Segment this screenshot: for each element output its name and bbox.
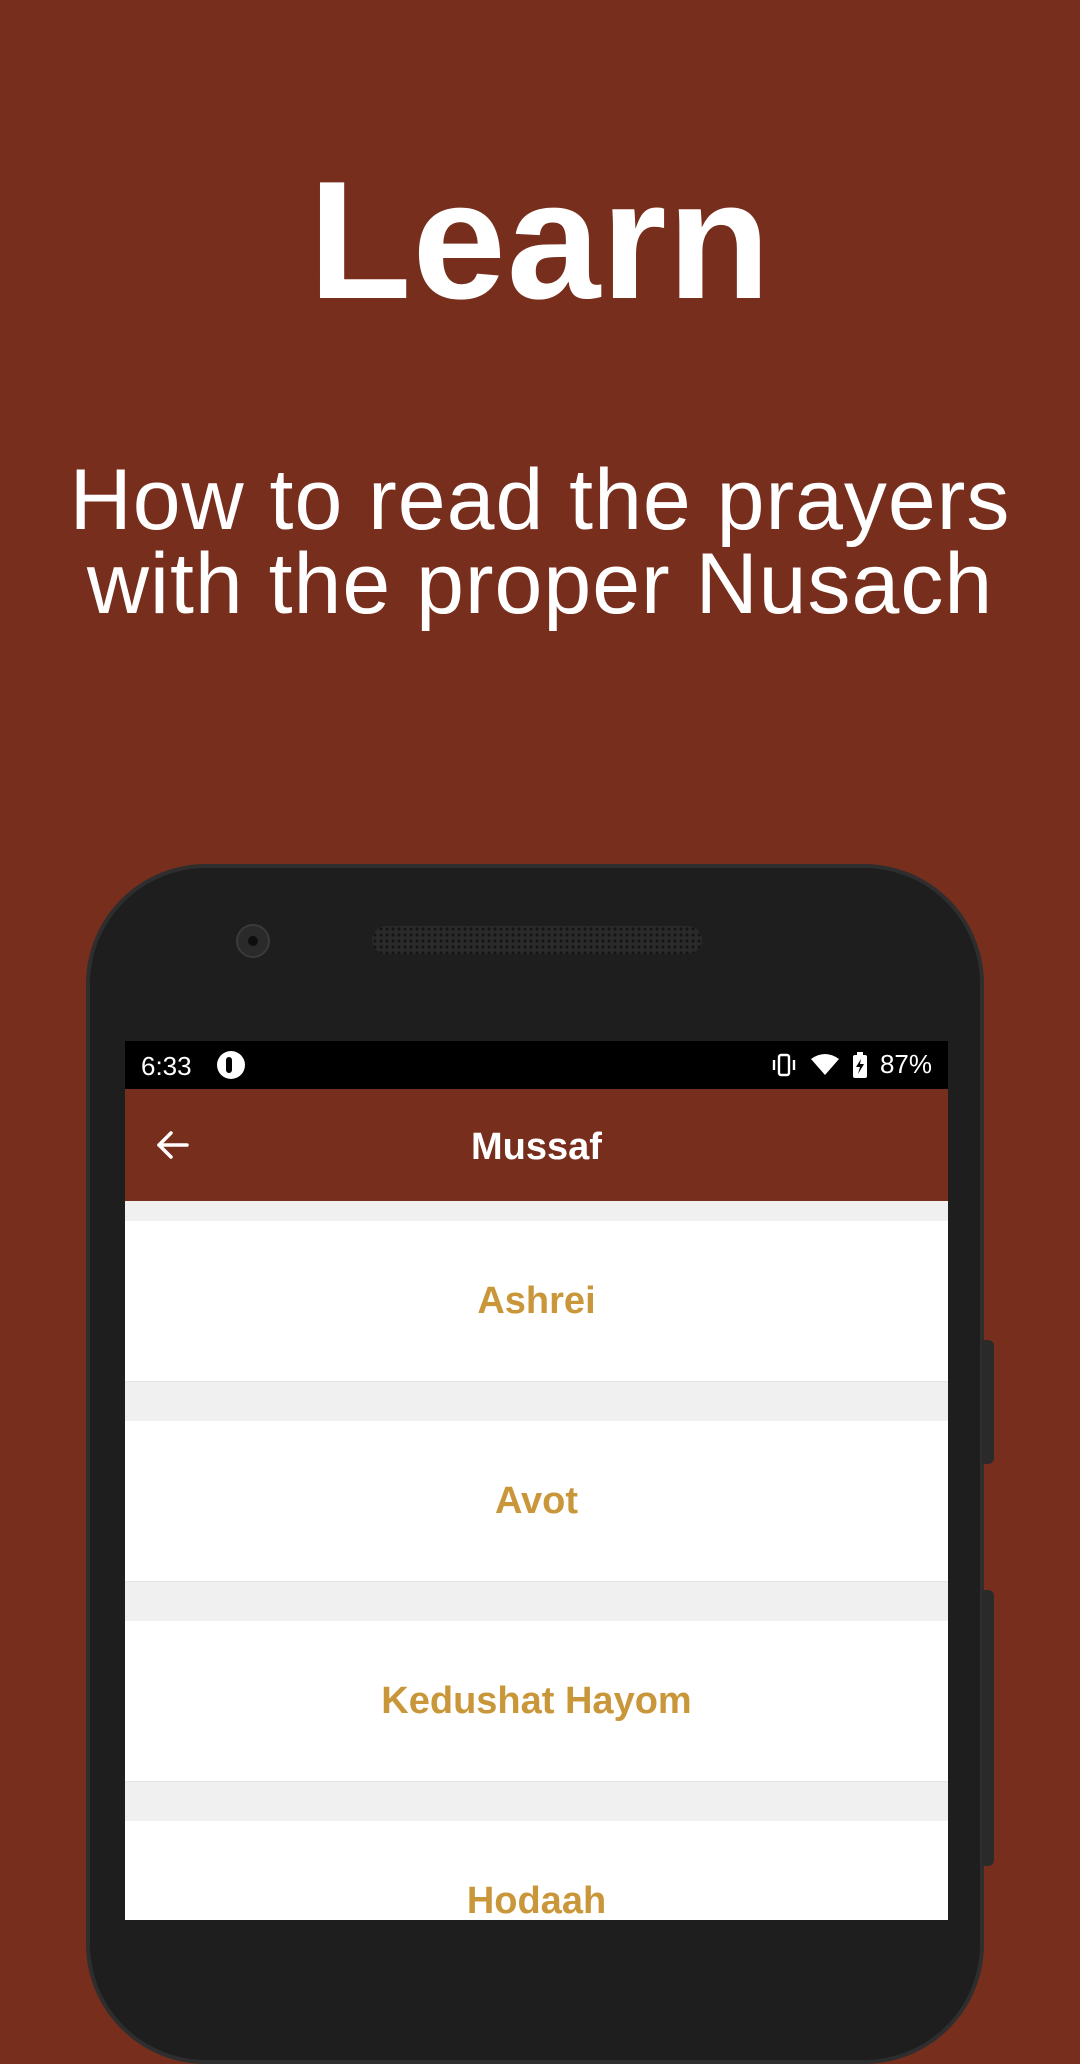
list-item-hodaah[interactable]: Hodaah (125, 1821, 948, 1920)
list-item-label: Kedushat Hayom (381, 1679, 692, 1722)
promo-subhead: How to read the prayers with the proper … (0, 452, 1080, 632)
promo-subhead-line-1: How to read the prayers (69, 452, 1011, 548)
front-camera (236, 924, 270, 958)
list-item-label: Ashrei (477, 1279, 596, 1322)
list-item-ashrei[interactable]: Ashrei (125, 1221, 948, 1381)
list-item-label: Hodaah (466, 1879, 607, 1921)
list-item-avot[interactable]: Avot (125, 1421, 948, 1581)
vibrate-icon (770, 1051, 798, 1079)
battery-charging-icon (852, 1051, 868, 1079)
list-item-kedushat-hayom[interactable]: Kedushat Hayom (125, 1621, 948, 1781)
app-toolbar: Mussaf (125, 1089, 948, 1201)
promo-subhead-line-2: with the proper Nusach (86, 536, 994, 632)
status-bar: 6:33 87% (125, 1041, 948, 1089)
app-notification-icon (217, 1051, 245, 1079)
battery-percent: 87% (879, 1049, 932, 1079)
phone-volume-button (982, 1340, 994, 1464)
promo-headline: Learn (308, 146, 772, 334)
prayer-list: Ashrei Avot Kedushat Hayom Hodaah (125, 1201, 948, 1920)
wifi-icon (810, 1051, 840, 1079)
phone-screen: 6:33 87% Mussaf Ashrei Avot Kedushat Hay… (125, 1041, 948, 1920)
page-title: Mussaf (471, 1126, 602, 1168)
earpiece-speaker (372, 926, 702, 954)
status-icons: 87% (770, 1049, 932, 1080)
phone-power-button (982, 1590, 994, 1866)
status-time: 6:33 (141, 1051, 192, 1081)
list-item-label: Avot (494, 1479, 579, 1522)
